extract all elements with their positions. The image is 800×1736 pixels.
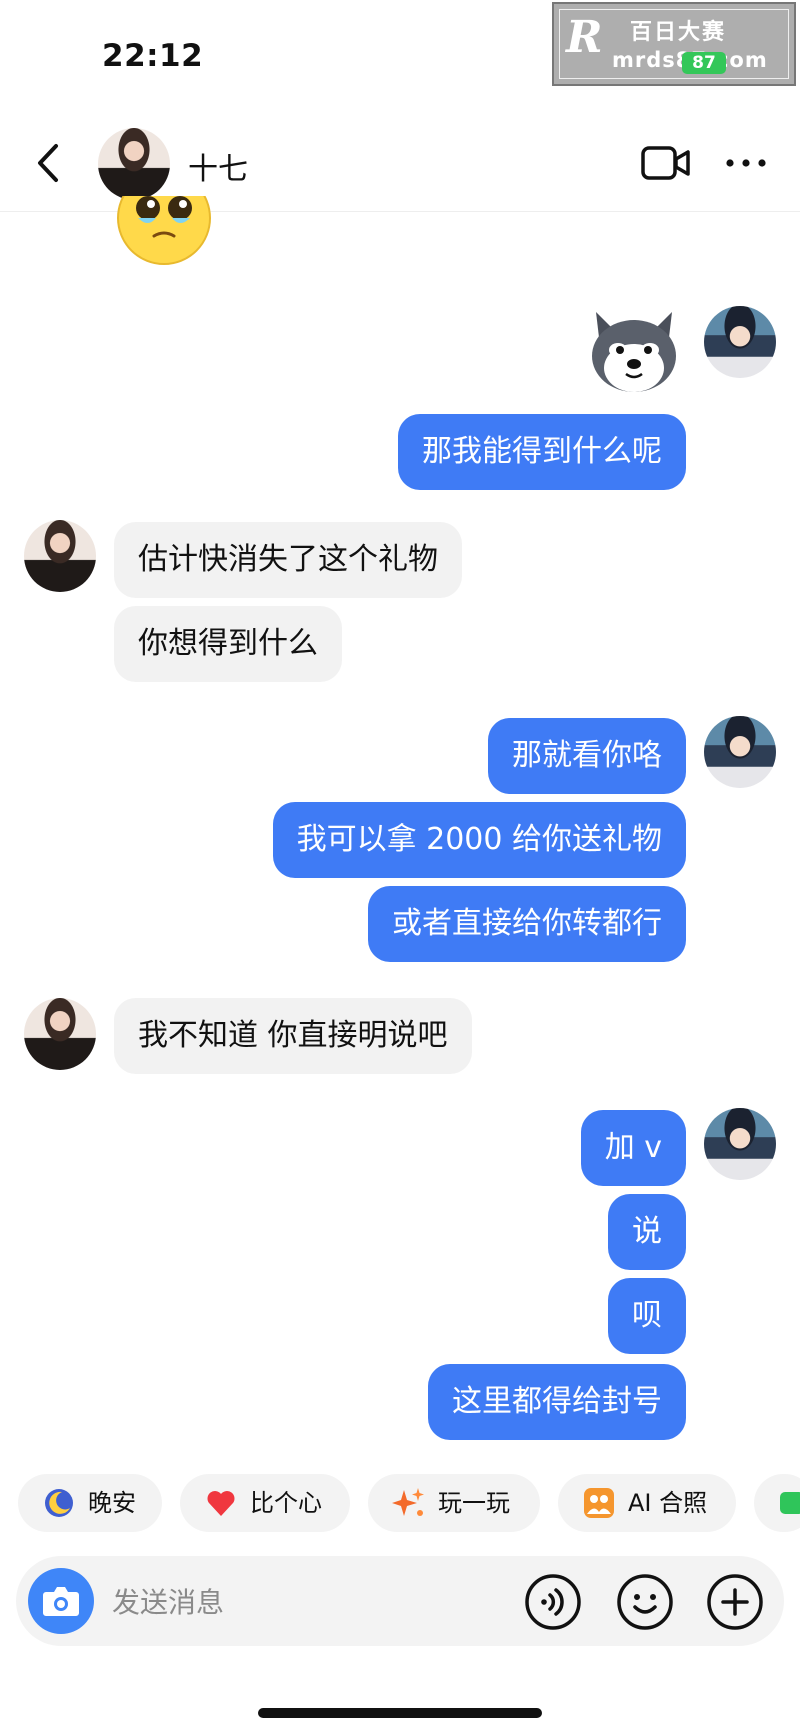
- sparkle-icon: [392, 1488, 424, 1516]
- more-options-button[interactable]: [724, 148, 768, 178]
- battery-indicator: 87: [682, 52, 726, 74]
- message-bubble-outgoing[interactable]: 那就看你咯: [488, 718, 686, 794]
- message-input-bar: [16, 1556, 784, 1646]
- my-avatar[interactable]: [704, 306, 776, 378]
- chip-label: 玩一玩: [438, 1489, 510, 1517]
- message-bubble-outgoing[interactable]: 加 v: [580, 1110, 686, 1186]
- message-bubble-incoming[interactable]: 你想得到什么: [114, 606, 342, 682]
- camera-button[interactable]: [28, 1568, 94, 1634]
- message-bubble-outgoing[interactable]: 那我能得到什么呢: [398, 414, 686, 490]
- message-bubble-outgoing[interactable]: 或者直接给你转都行: [368, 886, 686, 962]
- status-time: 22:12: [102, 38, 204, 74]
- husky-face-icon: [592, 312, 676, 392]
- my-avatar[interactable]: [704, 1108, 776, 1180]
- voice-wave-icon: [525, 1574, 581, 1630]
- message-input[interactable]: [112, 1580, 412, 1624]
- video-call-button[interactable]: [640, 144, 692, 182]
- quick-reply-play[interactable]: 玩一玩: [368, 1474, 540, 1532]
- message-bubble-outgoing[interactable]: 我可以拿 2000 给你送礼物: [272, 802, 686, 878]
- contact-avatar[interactable]: [98, 128, 170, 200]
- chevron-left-icon: [38, 144, 58, 182]
- quick-reply-ai-photo[interactable]: AI 合照: [558, 1474, 736, 1532]
- my-avatar[interactable]: [704, 716, 776, 788]
- husky-emoji-sticker[interactable]: [586, 306, 682, 396]
- video-camera-icon: [641, 146, 690, 180]
- green-app-icon: [780, 1492, 800, 1514]
- contact-name[interactable]: 十七: [188, 144, 248, 188]
- voice-button[interactable]: [524, 1573, 582, 1631]
- plus-icon: [707, 1574, 763, 1630]
- quick-reply-more[interactable]: [754, 1474, 800, 1532]
- camera-icon: [43, 1587, 79, 1616]
- contact-avatar[interactable]: [24, 520, 96, 592]
- emoji-button[interactable]: [616, 1573, 674, 1631]
- more-dots-icon: [726, 159, 766, 167]
- chip-label: 比个心: [250, 1489, 322, 1517]
- home-indicator[interactable]: [258, 1708, 542, 1718]
- smiley-icon: [617, 1574, 673, 1630]
- photo-icon: [584, 1488, 614, 1518]
- watermark-title: 百日大赛: [630, 20, 727, 45]
- chip-label: 晚安: [88, 1489, 136, 1517]
- watermark-logo: R 百日大赛 mrds87.com 87: [552, 2, 796, 86]
- heart-icon: [207, 1491, 235, 1516]
- add-button[interactable]: [706, 1573, 764, 1631]
- crying-emoji-sticker[interactable]: [116, 196, 212, 268]
- back-button[interactable]: [28, 138, 68, 188]
- message-bubble-outgoing[interactable]: 呗: [608, 1278, 686, 1354]
- quick-reply-goodnight[interactable]: 晚安: [18, 1474, 162, 1532]
- moon-icon: [45, 1489, 73, 1517]
- message-bubble-incoming[interactable]: 我不知道 你直接明说吧: [114, 998, 472, 1074]
- contact-avatar[interactable]: [24, 998, 96, 1070]
- message-bubble-outgoing[interactable]: 这里都得给封号: [428, 1364, 686, 1440]
- crying-face-icon: [117, 196, 211, 265]
- message-bubble-outgoing[interactable]: 说: [608, 1194, 686, 1270]
- message-bubble-incoming[interactable]: 估计快消失了这个礼物: [114, 522, 462, 598]
- chip-label: AI 合照: [628, 1489, 708, 1517]
- quick-reply-heart[interactable]: 比个心: [180, 1474, 350, 1532]
